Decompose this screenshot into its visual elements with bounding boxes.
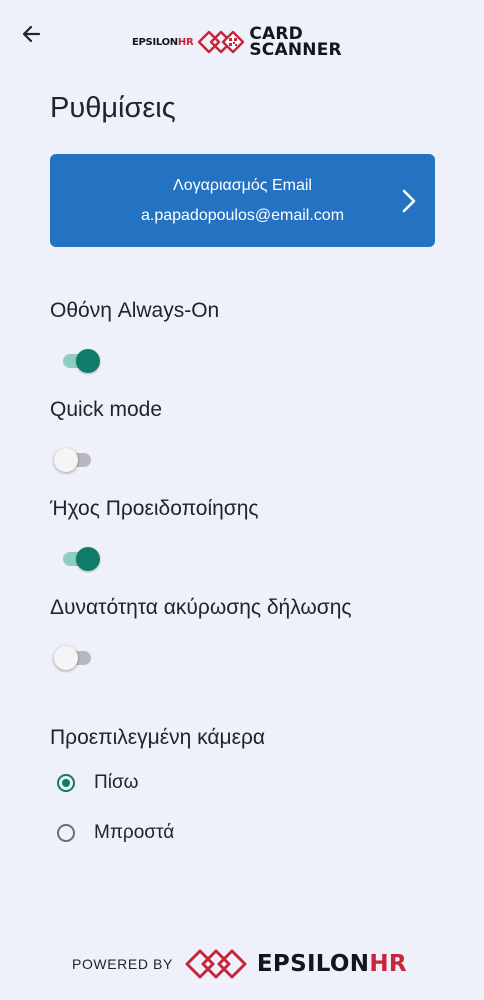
- header-product-name: CARD SCANNER: [249, 24, 342, 60]
- alert-sound-toggle[interactable]: [54, 545, 102, 573]
- back-button[interactable]: [14, 17, 48, 51]
- radio-checked-icon[interactable]: [57, 774, 75, 792]
- epsilon-diamond-logo-icon: [197, 29, 245, 55]
- page-title: Ρυθμίσεις: [50, 92, 176, 124]
- cancel-declaration-label: Δυνατότητα ακύρωσης δήλωσης: [50, 596, 352, 619]
- chevron-right-icon: [402, 189, 416, 213]
- camera-option-front-label: Μπροστά: [94, 822, 175, 843]
- alert-sound-label: Ήχος Προειδοποίησης: [50, 497, 259, 520]
- footer-powered-by: POWERED BY EPSILONHR: [72, 944, 407, 984]
- toggle-thumb: [54, 448, 78, 472]
- always-on-toggle[interactable]: [54, 347, 102, 375]
- footer-brand-text: EPSILONHR: [256, 951, 407, 977]
- email-account-label: Λογαριασμός Email: [173, 177, 312, 194]
- camera-option-back-label: Πίσω: [94, 772, 139, 793]
- header-logo: EPSILONHR CARD SCANNER: [132, 22, 342, 62]
- toggle-thumb: [76, 349, 100, 373]
- quick-mode-toggle[interactable]: [54, 446, 102, 474]
- default-camera-label: Προεπιλεγμένη κάμερα: [50, 726, 266, 749]
- arrow-left-icon: [22, 25, 41, 43]
- email-account-value: a.papadopoulos@email.com: [140, 207, 345, 224]
- camera-option-front[interactable]: Μπροστά: [57, 820, 174, 846]
- email-account-button[interactable]: Λογαριασμός Email a.papadopoulos@email.c…: [50, 154, 435, 247]
- toggle-thumb: [76, 547, 100, 571]
- always-on-label: Οθόνη Always-On: [50, 299, 220, 322]
- quick-mode-label: Quick mode: [50, 398, 163, 421]
- epsilon-diamond-logo-icon: [185, 949, 247, 979]
- toggle-thumb: [54, 646, 78, 670]
- radio-unchecked-icon[interactable]: [57, 824, 75, 842]
- powered-by-text: POWERED BY: [72, 956, 173, 972]
- cancel-declaration-toggle[interactable]: [54, 644, 102, 672]
- camera-option-back[interactable]: Πίσω: [57, 770, 139, 796]
- header-brand-text: EPSILONHR: [132, 36, 194, 48]
